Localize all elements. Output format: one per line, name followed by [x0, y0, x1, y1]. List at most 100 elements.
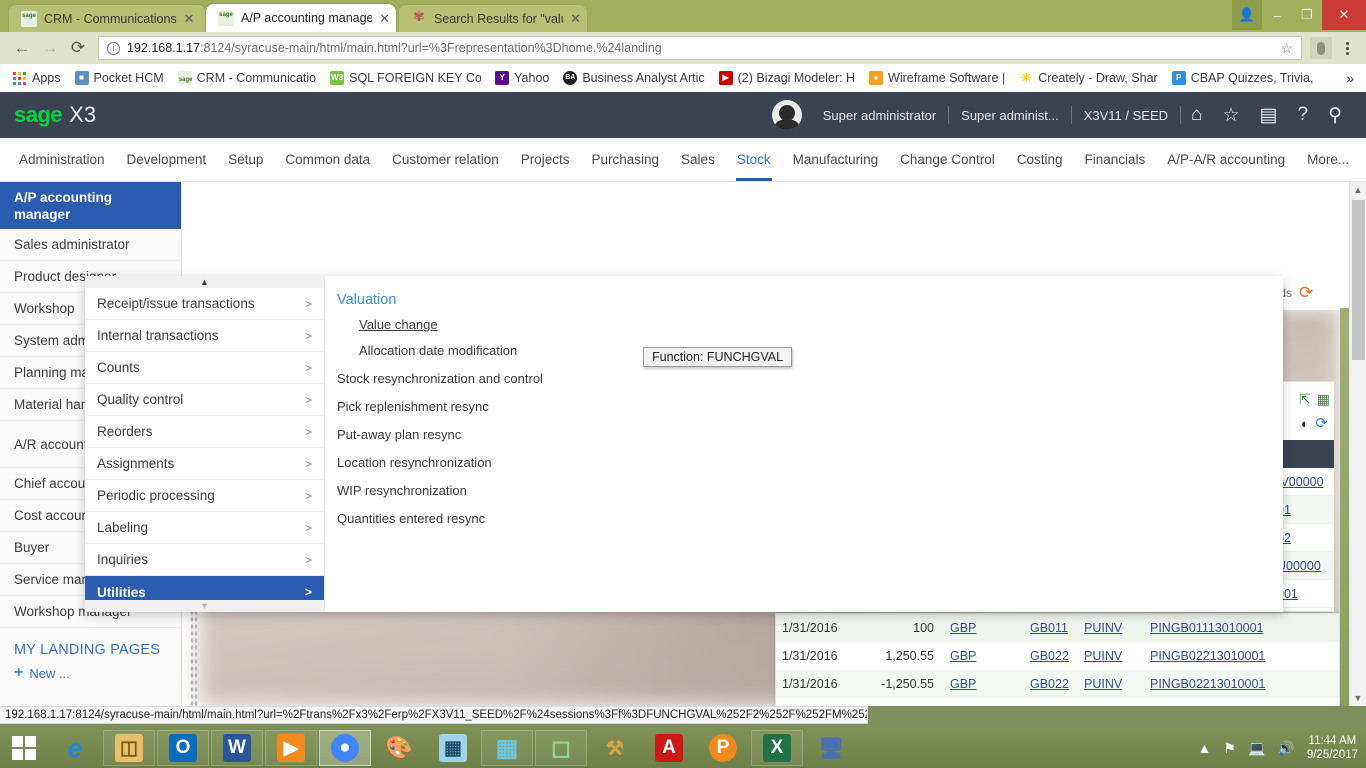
bookmark-cbap[interactable]: P CBAP Quizzes, Trivia, — [1165, 67, 1321, 89]
bookmark-apps[interactable]: Apps — [6, 67, 68, 89]
pie-icon[interactable]: ◖ — [1300, 416, 1308, 431]
db-tools-icon[interactable]: ⚒ — [589, 730, 641, 766]
close-tab-icon[interactable]: ✕ — [184, 12, 195, 25]
minimize-icon[interactable]: – — [1262, 0, 1292, 30]
close-icon[interactable]: ✕ — [1322, 0, 1366, 30]
menu-item-periodic-processing[interactable]: Periodic processing > — [85, 480, 324, 512]
nav-tab-common-data[interactable]: Common data — [274, 138, 381, 181]
menu-link-wip-resynchronization[interactable]: WIP resynchronization — [337, 483, 1283, 498]
back-arrow-icon[interactable]: ← — [8, 34, 36, 62]
chrome-icon[interactable]: ● — [319, 730, 371, 766]
forward-arrow-icon[interactable]: → — [36, 34, 64, 62]
bookmark-yahoo[interactable]: Y Yahoo — [488, 67, 556, 89]
sage-logo[interactable]: sage X3 — [14, 102, 96, 128]
menu-link-stock-resynchronization[interactable]: Stock resynchronization and control — [337, 371, 1283, 386]
home-icon[interactable]: ⌂ — [1181, 104, 1212, 126]
menu-link-allocation-date-modification[interactable]: Allocation date modification — [359, 343, 517, 358]
scroll-up-arrow-icon[interactable]: ▲ — [1350, 182, 1366, 198]
new-landing-page-button[interactable]: + New ... — [0, 662, 181, 684]
sidebar-item-sales-administrator[interactable]: Sales administrator — [0, 229, 181, 261]
browser-tab-2[interactable]: Search Results for "value ✕ — [398, 4, 588, 32]
nav-tab-customer-relation[interactable]: Customer relation — [381, 138, 510, 181]
scroll-down-arrow-icon[interactable]: ▼ — [1350, 690, 1366, 706]
word-icon[interactable]: W — [211, 730, 263, 766]
cell-type[interactable]: PUINV — [1078, 677, 1144, 691]
cell-currency[interactable]: USD — [940, 705, 998, 706]
help-icon[interactable]: ? — [1288, 104, 1319, 126]
menu-item-quality-control[interactable]: Quality control > — [85, 384, 324, 416]
cell-type[interactable]: SPDIR — [1078, 705, 1144, 706]
restore-icon[interactable]: ❐ — [1292, 0, 1322, 30]
environment-label[interactable]: X3V11 / SEED — [1072, 108, 1180, 123]
nav-tab-more[interactable]: More... — [1296, 138, 1360, 181]
menu-item-receipt-issue-transactions[interactable]: Receipt/issue transactions > — [85, 288, 324, 320]
outlook-icon[interactable]: O — [157, 730, 209, 766]
bookmark-crm[interactable]: CRM - Communicatio — [171, 67, 323, 89]
nav-tab-setup[interactable]: Setup — [217, 138, 274, 181]
menu-link-quantities-entered-resync[interactable]: Quantities entered resync — [337, 511, 1283, 526]
page-vertical-scrollbar[interactable]: ▲ ▼ — [1349, 182, 1366, 706]
cell-document[interactable]: PIDNA01111-000072 — [1144, 705, 1339, 706]
cell-type[interactable]: PUINV — [1078, 621, 1144, 635]
extension-button[interactable] — [1310, 37, 1332, 59]
table-row[interactable]: 1/31/2016 1,250.55 GBP GB022 PUINV PINGB… — [776, 642, 1339, 670]
cell-document[interactable]: PINGB02213010001 — [1144, 677, 1339, 691]
bookmark-sql-foreign-key[interactable]: W3 SQL FOREIGN KEY Co — [323, 67, 488, 89]
cell-document[interactable]: PINGB02213010001 — [1144, 649, 1339, 663]
menu-item-reorders[interactable]: Reorders > — [85, 416, 324, 448]
nav-tab-ap-ar-accounting[interactable]: A/P-A/R accounting — [1156, 138, 1296, 181]
expand-icon[interactable]: ⇱ — [1299, 391, 1311, 408]
reload-icon[interactable]: ⟳ — [64, 34, 92, 62]
nav-tab-purchasing[interactable]: Purchasing — [581, 138, 671, 181]
chrome-menu-icon[interactable] — [1336, 41, 1358, 55]
browser-tab-1[interactable]: A/P accounting manager ✕ — [206, 4, 396, 32]
search-icon[interactable]: ⚲ — [1318, 104, 1352, 127]
table-row[interactable]: 1/31/2016 -1,250.55 GBP GB022 PUINV PING… — [776, 670, 1339, 698]
menu-link-pick-replenishment-resync[interactable]: Pick replenishment resync — [337, 399, 1283, 414]
sql-server-icon[interactable]: ▦ — [481, 730, 533, 766]
table-row[interactable]: 1/31/2016 100 GBP GB011 PUINV PINGB01113… — [776, 614, 1339, 642]
cell-document[interactable]: PINGB01113010001 — [1144, 621, 1339, 635]
menu-item-labeling[interactable]: Labeling > — [85, 512, 324, 544]
bookmarks-overflow-icon[interactable]: » — [1340, 70, 1360, 86]
grid-view-icon[interactable]: ▦ — [1317, 391, 1330, 408]
excel-icon[interactable]: X — [751, 730, 803, 766]
acrobat-reader-icon[interactable]: A — [643, 730, 695, 766]
menu-item-counts[interactable]: Counts > — [85, 352, 324, 384]
cell-site[interactable]: GB011 — [998, 621, 1078, 635]
cell-site[interactable]: NA011 — [998, 705, 1078, 706]
paint-icon[interactable]: 🎨 — [373, 730, 425, 766]
cell-currency[interactable]: GBP — [940, 621, 998, 635]
scroll-thumb[interactable] — [1352, 200, 1365, 360]
nav-tab-stock[interactable]: Stock — [726, 138, 782, 181]
network-error-icon[interactable]: ⚑ — [1217, 740, 1242, 757]
sticky-notes-icon[interactable]: ◻ — [535, 730, 587, 766]
browser-tab-0[interactable]: CRM - Communications ✕ — [8, 4, 206, 32]
cell-site[interactable]: GB022 — [998, 677, 1078, 691]
user-avatar[interactable] — [771, 100, 802, 130]
taskbar-clock[interactable]: 11:44 AM 9/25/2017 — [1301, 734, 1358, 762]
nav-tab-projects[interactable]: Projects — [510, 138, 581, 181]
menu-link-value-change[interactable]: Value change — [359, 317, 438, 332]
bookmark-creately[interactable]: ☀ Creately - Draw, Shar — [1012, 67, 1164, 89]
nav-tab-administration[interactable]: Administration — [8, 138, 116, 181]
calculator-icon[interactable]: ▦ — [427, 730, 479, 766]
user-profile-icon[interactable]: 👤 — [1232, 0, 1262, 30]
bookmark-bizagi[interactable]: ▶ (2) Bizagi Modeler: H — [712, 67, 862, 89]
menu-item-assignments[interactable]: Assignments > — [85, 448, 324, 480]
address-bar[interactable]: i 192.168.1.17:8124/syracuse-main/html/m… — [98, 36, 1302, 60]
media-player-icon[interactable]: ▶ — [265, 730, 317, 766]
bookmark-wireframe[interactable]: ● Wireframe Software | — [862, 67, 1012, 89]
volume-icon[interactable]: 🔊 — [1271, 740, 1300, 757]
sidebar-item-ap-accounting-manager[interactable]: A/P accounting manager — [0, 182, 181, 229]
bookmark-pocket-hcm[interactable]: ■ Pocket HCM — [68, 67, 171, 89]
nav-tab-manufacturing[interactable]: Manufacturing — [782, 138, 890, 181]
table-row[interactable]: 1/31/2016 -1,000 USD NA011 SPDIR PIDNA01… — [776, 698, 1339, 706]
file-explorer-icon[interactable]: ◫ — [103, 730, 155, 766]
nav-tab-sales[interactable]: Sales — [670, 138, 726, 181]
nav-tab-development[interactable]: Development — [116, 138, 218, 181]
windows-start-icon[interactable] — [0, 728, 48, 768]
menu-item-inquiries[interactable]: Inquiries > — [85, 544, 324, 576]
nav-tab-costing[interactable]: Costing — [1006, 138, 1074, 181]
menu-link-put-away-plan-resync[interactable]: Put-away plan resync — [337, 427, 1283, 442]
